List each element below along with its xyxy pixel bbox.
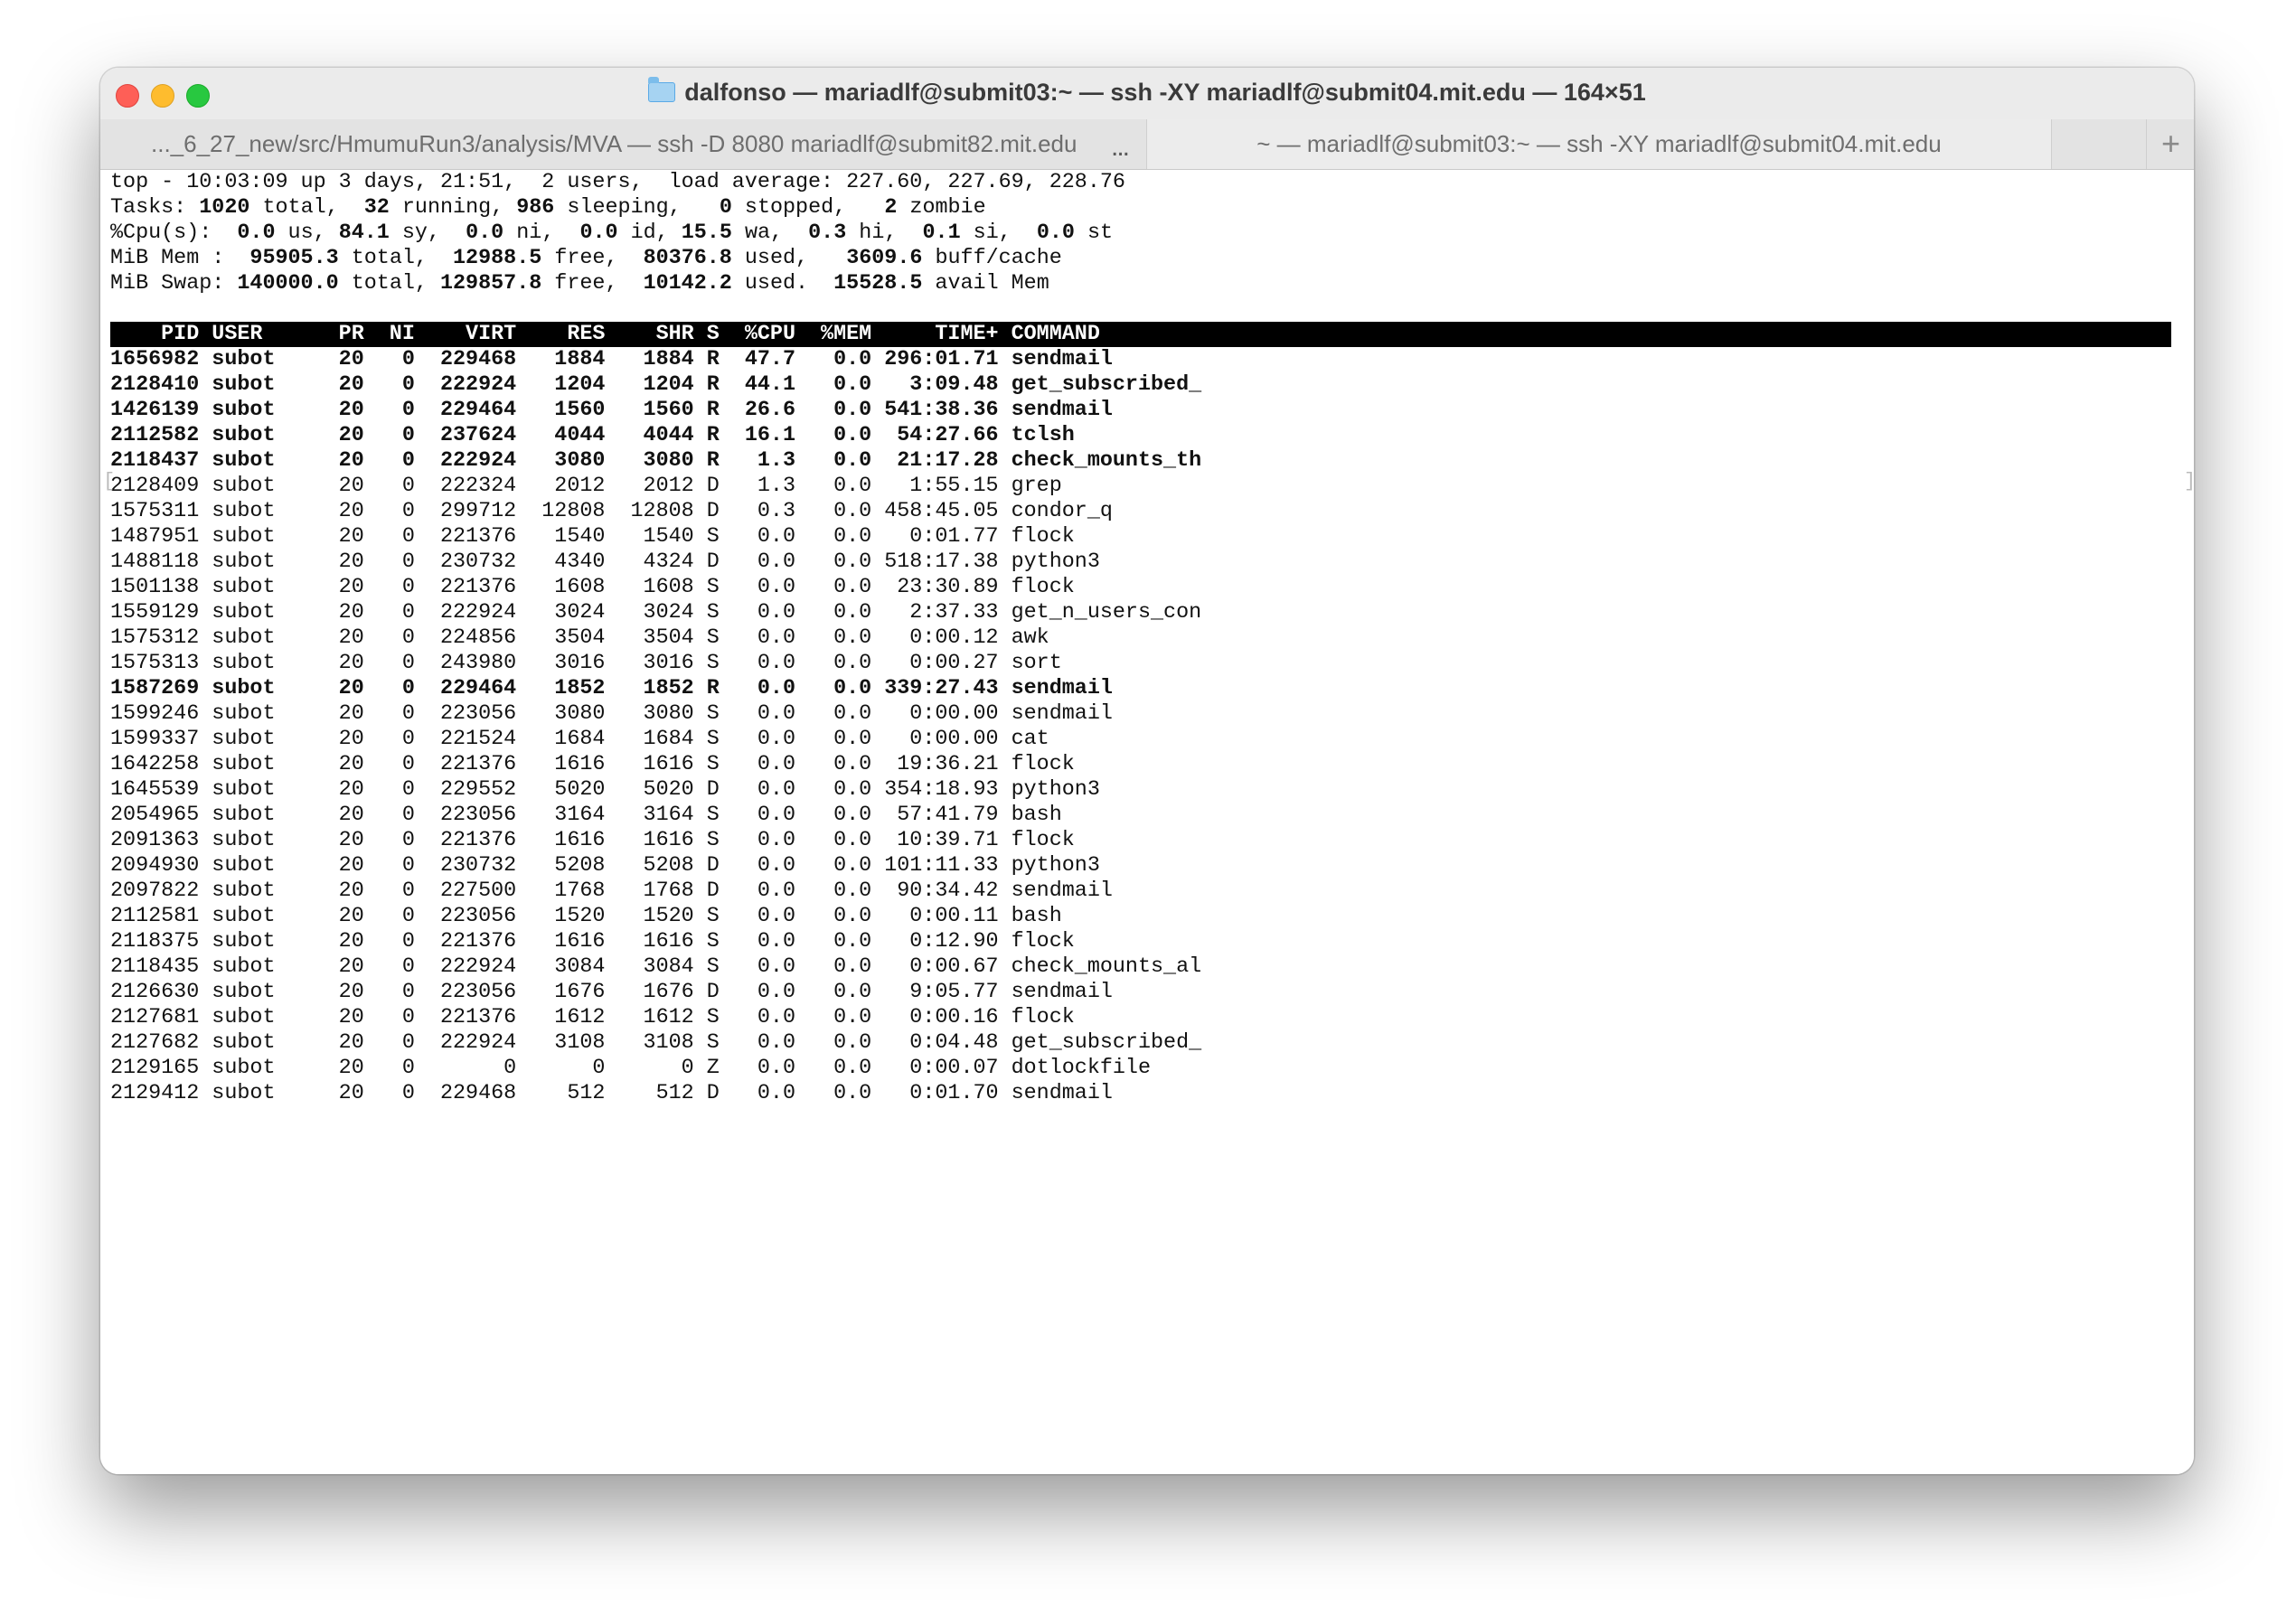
cpu-ni: 0.0 <box>466 221 504 245</box>
process-row[interactable]: 2129412 subot 20 0 229468 512 512 D 0.0 … <box>110 1081 2171 1106</box>
process-row[interactable]: 1575313 subot 20 0 243980 3016 3016 S 0.… <box>110 651 2171 676</box>
cpu-sy: 84.1 <box>338 221 390 245</box>
process-row[interactable]: 1488118 subot 20 0 230732 4340 4324 D 0.… <box>110 550 2171 575</box>
summary-line-tasks: Tasks: 1020 total, 32 running, 986 sleep… <box>110 196 986 220</box>
cpu-id: 0.0 <box>579 221 618 245</box>
tab-overflow-ellipsis[interactable]: ... <box>1111 119 1130 169</box>
mem-buff-cache: 3609.6 <box>846 247 923 270</box>
tasks-running: 32 <box>363 196 390 220</box>
process-row[interactable]: 1559129 subot 20 0 222924 3024 3024 S 0.… <box>110 600 2171 625</box>
tab-analysis-ssh[interactable]: ..._6_27_new/src/HmumuRun3/analysis/MVA … <box>100 119 1145 169</box>
process-row[interactable]: 2118375 subot 20 0 221376 1616 1616 S 0.… <box>110 929 2171 954</box>
process-row[interactable]: 1645539 subot 20 0 229552 5020 5020 D 0.… <box>110 777 2171 803</box>
cpu-wa: 15.5 <box>681 221 732 245</box>
process-row[interactable]: 2128409 subot 20 0 222324 2012 2012 D 1.… <box>110 474 2171 499</box>
process-row[interactable]: 1656982 subot 20 0 229468 1884 1884 R 47… <box>110 347 2171 372</box>
process-row[interactable]: 2094930 subot 20 0 230732 5208 5208 D 0.… <box>110 853 2171 879</box>
title-bar[interactable]: dalfonso — mariadlf@submit03:~ — ssh -XY… <box>100 68 2194 120</box>
right-bracket: ] <box>2184 470 2194 493</box>
cpu-si: 0.1 <box>922 221 961 245</box>
process-row[interactable]: 2118435 subot 20 0 222924 3084 3084 S 0.… <box>110 954 2171 980</box>
swap-used: 10142.2 <box>643 272 732 296</box>
cpu-hi: 0.3 <box>808 221 847 245</box>
tasks-stopped: 0 <box>719 196 732 220</box>
summary-line-top: top - 10:03:09 up 3 days, 21:51, 2 users… <box>110 171 1125 194</box>
tasks-zombie: 2 <box>884 196 898 220</box>
terminal-window: dalfonso — mariadlf@submit03:~ — ssh -XY… <box>100 68 2194 1474</box>
process-row[interactable]: 1501138 subot 20 0 221376 1608 1608 S 0.… <box>110 575 2171 600</box>
process-row[interactable]: 2129165 subot 20 0 0 0 0 Z 0.0 0.0 0:00.… <box>110 1056 2171 1081</box>
process-row[interactable]: 2097822 subot 20 0 227500 1768 1768 D 0.… <box>110 879 2171 904</box>
process-row[interactable]: 2091363 subot 20 0 221376 1616 1616 S 0.… <box>110 828 2171 853</box>
mem-free: 12988.5 <box>453 247 542 270</box>
tab-submit04-ssh[interactable]: ~ — mariadlf@submit03:~ — ssh -XY mariad… <box>1146 119 2052 169</box>
process-row[interactable]: 1599337 subot 20 0 221524 1684 1684 S 0.… <box>110 727 2171 752</box>
process-row[interactable]: 1642258 subot 20 0 221376 1616 1616 S 0.… <box>110 752 2171 777</box>
process-row[interactable]: 1587269 subot 20 0 229464 1852 1852 R 0.… <box>110 676 2171 701</box>
swap-total: 140000.0 <box>237 272 339 296</box>
process-row[interactable]: 2128410 subot 20 0 222924 1204 1204 R 44… <box>110 372 2171 398</box>
mem-total: 95905.3 <box>249 247 339 270</box>
top-output: top - 10:03:09 up 3 days, 21:51, 2 users… <box>110 170 2171 1106</box>
process-row[interactable]: 2054965 subot 20 0 223056 3164 3164 S 0.… <box>110 803 2171 828</box>
swap-free: 129857.8 <box>439 272 542 296</box>
window-title-text: dalfonso — mariadlf@submit03:~ — ssh -XY… <box>684 79 1646 106</box>
process-row[interactable]: 1599246 subot 20 0 223056 3080 3080 S 0.… <box>110 701 2171 727</box>
tasks-total: 1020 <box>199 196 250 220</box>
terminal-content[interactable]: top - 10:03:09 up 3 days, 21:51, 2 users… <box>100 170 2194 1474</box>
process-row[interactable]: 2112581 subot 20 0 223056 1520 1520 S 0.… <box>110 904 2171 929</box>
process-row[interactable]: 2126630 subot 20 0 223056 1676 1676 D 0.… <box>110 980 2171 1005</box>
process-row[interactable]: 1575311 subot 20 0 299712 12808 12808 D … <box>110 499 2171 524</box>
folder-icon <box>647 77 676 102</box>
summary-line-cpu: %Cpu(s): 0.0 us, 84.1 sy, 0.0 ni, 0.0 id… <box>110 221 1114 245</box>
process-row[interactable]: 1487951 subot 20 0 221376 1540 1540 S 0.… <box>110 524 2171 550</box>
process-row[interactable]: 2118437 subot 20 0 222924 3080 3080 R 1.… <box>110 448 2171 474</box>
tab-bar: ..._6_27_new/src/HmumuRun3/analysis/MVA … <box>100 119 2194 170</box>
swap-avail: 15528.5 <box>833 272 923 296</box>
mem-used: 80376.8 <box>643 247 732 270</box>
summary-line-swap: MiB Swap: 140000.0 total, 129857.8 free,… <box>110 272 1049 296</box>
process-row[interactable]: 1575312 subot 20 0 224856 3504 3504 S 0.… <box>110 625 2171 651</box>
left-bracket: [ <box>103 470 116 493</box>
cpu-us: 0.0 <box>237 221 276 245</box>
new-tab-button[interactable]: + <box>2146 119 2194 169</box>
process-row[interactable]: 2127681 subot 20 0 221376 1612 1612 S 0.… <box>110 1005 2171 1030</box>
summary-line-mem: MiB Mem : 95905.3 total, 12988.5 free, 8… <box>110 247 1062 270</box>
process-row[interactable]: 1426139 subot 20 0 229464 1560 1560 R 26… <box>110 398 2171 423</box>
window-title: dalfonso — mariadlf@submit03:~ — ssh -XY… <box>100 77 2194 107</box>
process-row[interactable]: 2127682 subot 20 0 222924 3108 3108 S 0.… <box>110 1030 2171 1056</box>
process-table-header[interactable]: PID USER PR NI VIRT RES SHR S %CPU %MEM … <box>110 322 2171 347</box>
tasks-sleeping: 986 <box>516 196 555 220</box>
process-row[interactable]: 2112582 subot 20 0 237624 4044 4044 R 16… <box>110 423 2171 448</box>
cpu-st: 0.0 <box>1036 221 1075 245</box>
